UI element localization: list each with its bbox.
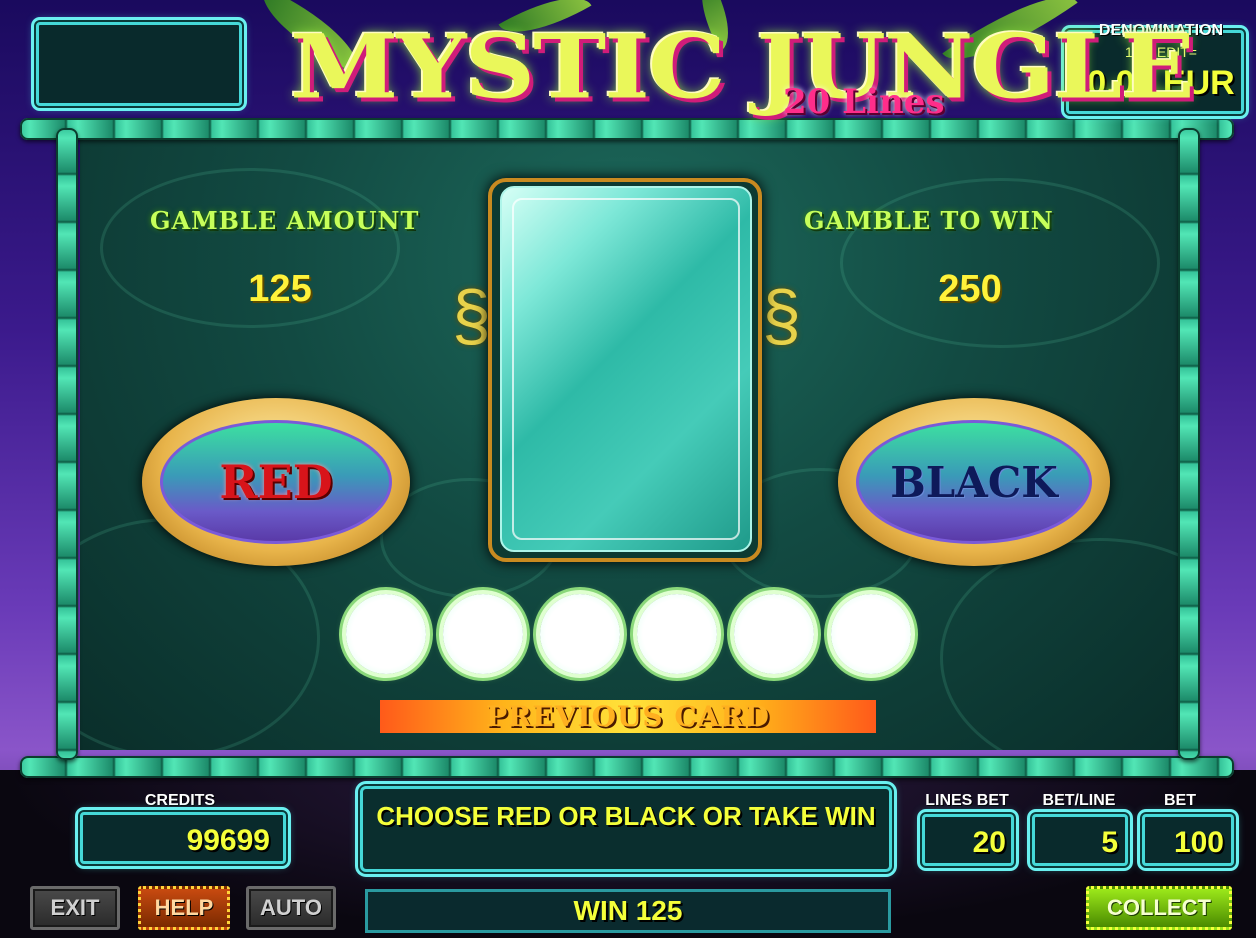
help-button[interactable]: HELP — [138, 886, 230, 930]
previous-card-slot — [637, 594, 717, 674]
lines-bet-label: LINES BET — [925, 792, 1009, 809]
auto-button[interactable]: AUTO — [246, 886, 336, 930]
win-display: WIN 125 — [365, 889, 891, 933]
lines-bet-value: 20 — [972, 826, 1006, 859]
credits-label: CREDITS — [144, 792, 216, 809]
game-subtitle: 20 Lines — [783, 82, 945, 122]
card-border-ornament — [512, 198, 740, 540]
bamboo-frame-bottom — [20, 756, 1234, 778]
red-button[interactable]: RED — [142, 398, 410, 566]
bet-per-line-value: 5 — [1101, 826, 1118, 859]
red-button-face[interactable]: RED — [160, 420, 392, 544]
black-button[interactable]: BLACK — [838, 398, 1110, 566]
black-button-label: BLACK — [890, 457, 1058, 507]
bamboo-frame-left — [56, 128, 78, 760]
bamboo-frame-top — [20, 118, 1234, 140]
previous-card-slot — [540, 594, 620, 674]
bamboo-frame-right — [1178, 128, 1200, 760]
red-button-label: RED — [219, 455, 333, 509]
gamble-amount-value: 125 — [248, 268, 312, 310]
scroll-ornament-left: § — [452, 276, 491, 354]
previous-card-slot — [443, 594, 523, 674]
collect-button[interactable]: COLLECT — [1086, 886, 1232, 930]
scroll-ornament-right: § — [762, 276, 801, 354]
previous-card-slot — [734, 594, 814, 674]
swirl-decoration — [940, 538, 1178, 750]
credits-value: 99699 — [186, 824, 270, 857]
gamble-to-win-label: GAMBLE TO WIN — [804, 206, 1054, 235]
black-button-face[interactable]: BLACK — [856, 420, 1092, 544]
bet-per-line-label: BET/LINE — [1042, 792, 1116, 809]
gamble-to-win-value: 250 — [938, 268, 1002, 310]
bet-label: BET — [1164, 792, 1196, 809]
gamble-amount-label: GAMBLE AMOUNT — [150, 206, 420, 235]
previous-card-slot — [346, 594, 426, 674]
bet-value: 100 — [1173, 826, 1224, 859]
previous-card-label: PREVIOUS CARD — [380, 700, 876, 733]
swirl-decoration — [840, 178, 1160, 348]
info-box-top-left — [36, 22, 242, 106]
game-screen: DENOMINATION 1 CREDIT= 0.01 EUR MYSTIC J… — [0, 0, 1256, 938]
status-message: CHOOSE RED OR BLACK OR TAKE WIN — [360, 786, 892, 872]
exit-button[interactable]: EXIT — [30, 886, 120, 930]
previous-card-slot — [831, 594, 911, 674]
